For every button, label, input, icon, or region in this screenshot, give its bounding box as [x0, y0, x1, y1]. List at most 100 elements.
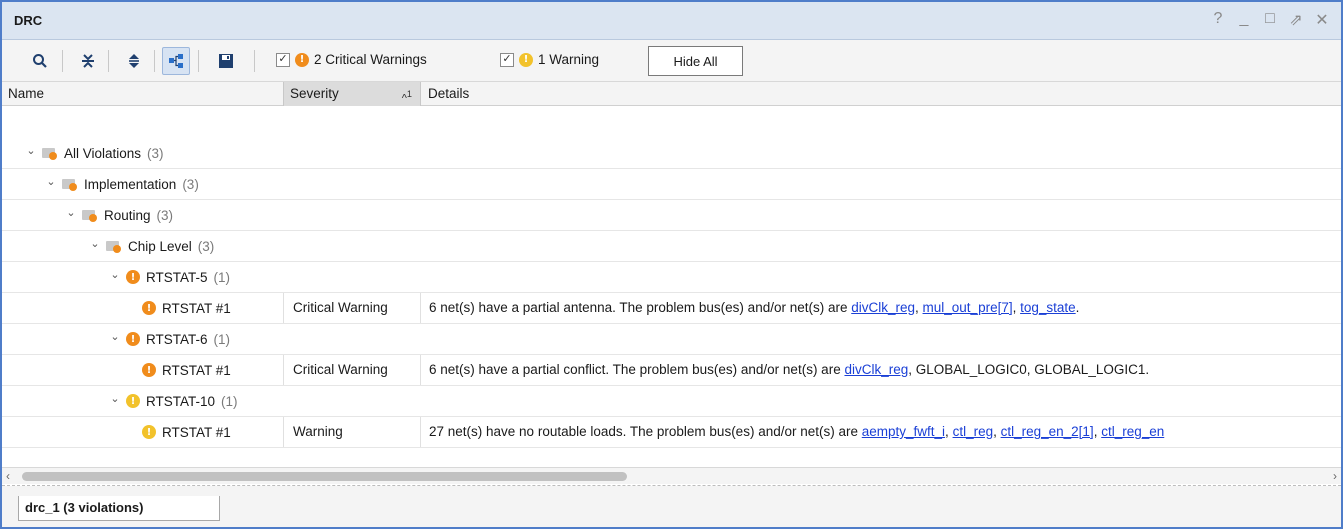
horizontal-scrollbar[interactable]: ‹ ›: [2, 467, 1341, 484]
minimize-icon[interactable]: _: [1237, 10, 1251, 30]
chevron-down-icon[interactable]: ⌄: [110, 392, 120, 405]
result-tab-drc-1[interactable]: drc_1 (3 violations): [18, 496, 220, 521]
tree-node-row[interactable]: ⌄! RTSTAT-10 (1): [2, 386, 1341, 417]
tree-node[interactable]: ⌄! RTSTAT-5 (1): [110, 262, 230, 292]
save-icon[interactable]: [212, 47, 240, 75]
tree-node[interactable]: ⌄ Routing (3): [66, 200, 173, 230]
hide-all-button[interactable]: Hide All: [648, 46, 743, 76]
warning-icon: !: [142, 425, 156, 439]
tree-node-row[interactable]: ⌄ Routing (3): [2, 200, 1341, 231]
column-header-details[interactable]: Details: [422, 82, 1322, 106]
warnings-label: 1 Warning: [538, 52, 600, 67]
folder-icon: [42, 147, 58, 160]
tree-node[interactable]: ⌄! RTSTAT-6 (1): [110, 324, 230, 354]
tree-node-label: Routing: [104, 207, 151, 223]
tree-node-count: (3): [147, 145, 164, 161]
window-title: DRC: [14, 13, 43, 28]
results-tab-bar: drc_1 (3 violations): [2, 486, 1341, 527]
scrollbar-thumb[interactable]: [22, 472, 627, 481]
net-link[interactable]: ctl_reg: [953, 424, 994, 439]
search-icon[interactable]: [26, 47, 54, 75]
severity-cell: [283, 324, 421, 354]
scroll-left-icon[interactable]: ‹: [6, 469, 10, 483]
toolbar-separator: [198, 50, 199, 72]
tree-node-label: RTSTAT-10: [146, 393, 216, 409]
tree-node[interactable]: ⌄ Implementation (3): [46, 169, 199, 199]
tree-node-row[interactable]: ⌄ Implementation (3): [2, 169, 1341, 200]
critical-warning-icon: !: [295, 52, 309, 67]
tree-node-label: RTSTAT-6: [146, 331, 208, 347]
violation-row[interactable]: ! RTSTAT #1 Warning 27 net(s) have no routa…: [2, 417, 1341, 448]
critical-warnings-filter[interactable]: ✓ ! 2 Critical Warnings: [276, 52, 427, 67]
warning-icon: !: [519, 52, 533, 67]
folder-icon: [106, 240, 122, 253]
severity-cell: [283, 169, 421, 199]
net-link[interactable]: divClk_reg: [844, 362, 908, 377]
chevron-down-icon[interactable]: ⌄: [66, 206, 76, 219]
chevron-down-icon[interactable]: ⌄: [110, 268, 120, 281]
tree-node[interactable]: ⌄ Chip Level (3): [90, 231, 214, 261]
column-header-name[interactable]: Name: [2, 82, 283, 106]
warnings-filter[interactable]: ✓ ! 1 Warning: [500, 52, 599, 67]
expand-all-icon[interactable]: [120, 47, 148, 75]
window-controls: ? _ □ ⇗ ✕: [1211, 10, 1329, 30]
tree-node[interactable]: ! RTSTAT #1: [142, 293, 231, 323]
tree-node-count: (3): [182, 176, 199, 192]
tree-node-row[interactable]: ⌄ All Violations (3): [2, 138, 1341, 169]
tree-node-count: (3): [156, 207, 174, 223]
details-text: 6 net(s) have a partial conflict. The pr…: [429, 362, 845, 377]
sort-ascending-icon: ^1: [401, 89, 412, 105]
help-icon[interactable]: ?: [1211, 10, 1225, 30]
toolbar-separator: [108, 50, 109, 72]
details-cell: 6 net(s) have a partial antenna. The pro…: [429, 300, 1080, 315]
details-cell: 6 net(s) have a partial conflict. The pr…: [429, 355, 1341, 385]
folder-icon: [82, 209, 98, 222]
severity-cell: [283, 262, 421, 292]
tree-node-count: (1): [213, 269, 231, 285]
tree-node[interactable]: ! RTSTAT #1: [142, 417, 231, 447]
severity-cell: [283, 231, 421, 261]
details-text: 6 net(s) have a partial antenna. The pro…: [429, 300, 852, 315]
warnings-checkbox[interactable]: ✓: [500, 52, 514, 67]
chevron-down-icon[interactable]: ⌄: [90, 237, 100, 250]
collapse-all-icon[interactable]: [74, 47, 102, 75]
tree-node[interactable]: ⌄! RTSTAT-10 (1): [110, 386, 237, 416]
net-link[interactable]: ctl_reg_en: [1101, 424, 1164, 439]
float-icon[interactable]: ⇗: [1289, 10, 1303, 30]
critical-warnings-checkbox[interactable]: ✓: [276, 52, 290, 67]
severity-cell: [283, 386, 421, 416]
tree-node-label: RTSTAT #1: [162, 362, 231, 378]
column-header-severity-label: Severity: [290, 86, 339, 101]
severity-cell: Warning: [283, 417, 421, 447]
scroll-right-icon[interactable]: ›: [1333, 469, 1337, 483]
show-hierarchy-icon[interactable]: [162, 47, 190, 75]
chevron-down-icon[interactable]: ⌄: [110, 330, 120, 343]
net-link[interactable]: mul_out_pre[7]: [923, 300, 1013, 315]
tree-node[interactable]: ⌄ All Violations (3): [26, 138, 164, 168]
tree-node[interactable]: ! RTSTAT #1: [142, 355, 231, 385]
chevron-down-icon[interactable]: ⌄: [26, 144, 36, 157]
tree-node-row[interactable]: ⌄! RTSTAT-5 (1): [2, 262, 1341, 293]
net-link[interactable]: aempty_fwft_i: [862, 424, 945, 439]
maximize-icon[interactable]: □: [1263, 10, 1277, 30]
net-link[interactable]: ctl_reg_en_2[1]: [1001, 424, 1094, 439]
tree-node-row[interactable]: ⌄ Chip Level (3): [2, 231, 1341, 262]
folder-icon: [62, 178, 78, 191]
tree-node-label: All Violations: [64, 145, 142, 161]
close-icon[interactable]: ✕: [1315, 10, 1329, 30]
tree-node-label: RTSTAT-5: [146, 269, 208, 285]
violation-row[interactable]: ! RTSTAT #1 Critical Warning 6 net(s) have …: [2, 355, 1341, 386]
critical-warning-icon: !: [142, 363, 156, 377]
severity-cell: [283, 200, 421, 230]
column-header-severity[interactable]: Severity ^1: [283, 82, 421, 106]
net-link[interactable]: tog_state: [1020, 300, 1076, 315]
chevron-down-icon[interactable]: ⌄: [46, 175, 56, 188]
toolbar-separator: [254, 50, 255, 72]
net-link[interactable]: divClk_reg: [851, 300, 915, 315]
critical-warning-icon: !: [142, 301, 156, 315]
warning-icon: !: [126, 394, 140, 408]
tree-node-row[interactable]: ⌄! RTSTAT-6 (1): [2, 324, 1341, 355]
severity-cell: Critical Warning: [283, 355, 421, 385]
tree-node-count: (1): [213, 331, 231, 347]
violation-row[interactable]: ! RTSTAT #1 Critical Warning 6 net(s) have …: [2, 293, 1341, 324]
